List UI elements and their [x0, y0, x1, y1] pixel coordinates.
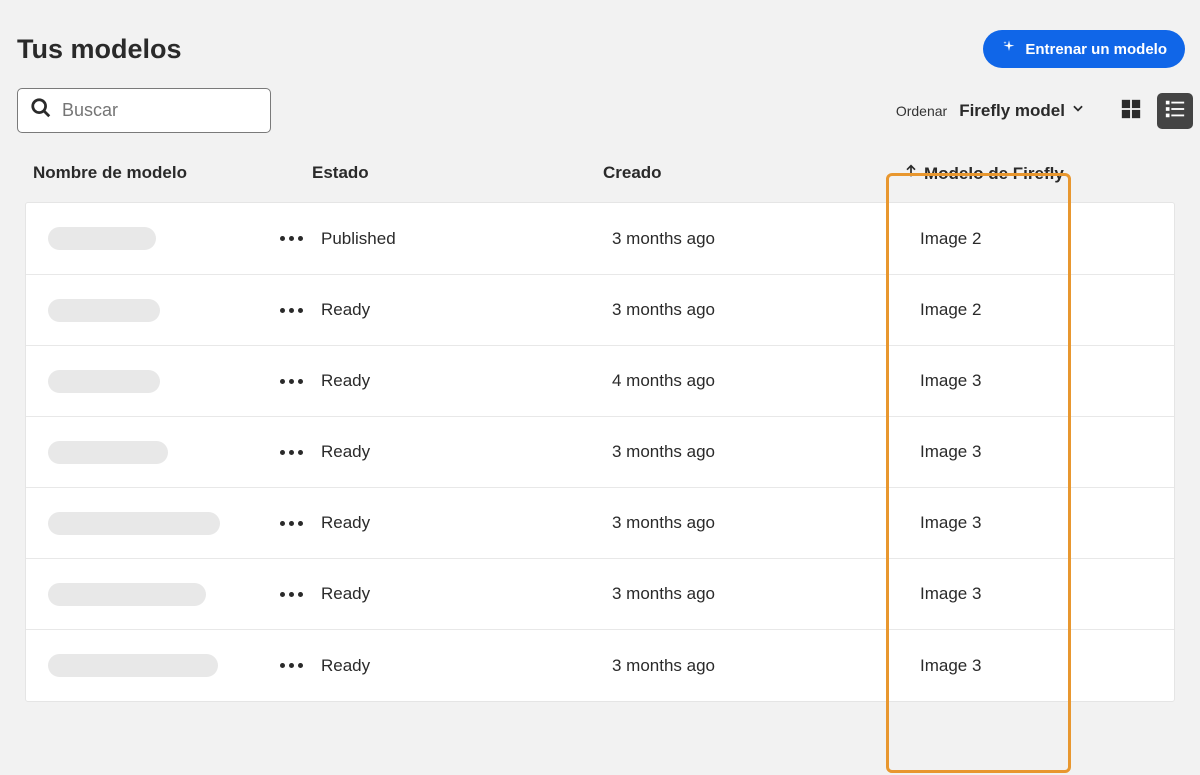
cell-created: 3 months ago	[612, 229, 904, 249]
models-table-body: Published3 months agoImage 2Ready3 month…	[25, 202, 1175, 702]
cell-status: Ready	[321, 300, 612, 320]
column-header-firefly-label: Modelo de Firefly	[924, 164, 1064, 184]
page-title: Tus modelos	[17, 34, 182, 65]
cell-status: Published	[321, 229, 612, 249]
more-actions-button[interactable]	[276, 371, 307, 392]
column-header-created[interactable]: Creado	[603, 163, 895, 184]
table-row[interactable]: Ready3 months agoImage 3	[26, 559, 1174, 630]
cell-firefly: Image 3	[904, 442, 1087, 462]
cell-created: 3 months ago	[612, 656, 904, 676]
column-header-firefly[interactable]: Modelo de Firefly	[895, 163, 1078, 184]
cell-firefly: Image 2	[904, 229, 1087, 249]
column-header-status[interactable]: Estado	[312, 163, 603, 184]
cell-created: 4 months ago	[612, 371, 904, 391]
cell-name	[26, 370, 321, 393]
cell-firefly: Image 3	[904, 513, 1087, 533]
table-row[interactable]: Ready3 months agoImage 3	[26, 630, 1174, 701]
more-actions-button[interactable]	[276, 584, 307, 605]
cell-status: Ready	[321, 513, 612, 533]
model-name-placeholder	[48, 654, 218, 677]
model-name-placeholder	[48, 370, 160, 393]
column-header-name[interactable]: Nombre de modelo	[17, 163, 312, 184]
more-actions-button[interactable]	[276, 228, 307, 249]
cell-status: Ready	[321, 656, 612, 676]
sparkle-icon	[1001, 39, 1017, 59]
train-button-label: Entrenar un modelo	[1025, 41, 1167, 58]
chevron-down-icon	[1071, 101, 1085, 120]
cell-status: Ready	[321, 584, 612, 604]
cell-name	[26, 441, 321, 464]
search-icon	[30, 97, 62, 124]
search-input[interactable]	[62, 100, 294, 121]
sort-value: Firefly model	[959, 101, 1065, 121]
cell-firefly: Image 2	[904, 300, 1087, 320]
train-model-button[interactable]: Entrenar un modelo	[983, 30, 1185, 68]
table-row[interactable]: Published3 months agoImage 2	[26, 203, 1174, 275]
model-name-placeholder	[48, 512, 220, 535]
cell-firefly: Image 3	[904, 656, 1087, 676]
model-name-placeholder	[48, 227, 156, 250]
cell-name	[26, 299, 321, 322]
model-name-placeholder	[48, 299, 160, 322]
cell-status: Ready	[321, 371, 612, 391]
cell-firefly: Image 3	[904, 371, 1087, 391]
cell-created: 3 months ago	[612, 584, 904, 604]
table-row[interactable]: Ready3 months agoImage 2	[26, 275, 1174, 346]
cell-name	[26, 583, 321, 606]
cell-created: 3 months ago	[612, 300, 904, 320]
model-name-placeholder	[48, 441, 168, 464]
search-input-container[interactable]	[17, 88, 271, 133]
grid-icon	[1120, 98, 1142, 123]
sort-ascending-icon	[903, 163, 919, 184]
cell-name	[26, 227, 321, 250]
list-view-button[interactable]	[1157, 93, 1193, 129]
cell-created: 3 months ago	[612, 442, 904, 462]
sort-label: Ordenar	[896, 103, 947, 119]
cell-name	[26, 512, 321, 535]
model-name-placeholder	[48, 583, 206, 606]
table-row[interactable]: Ready3 months agoImage 3	[26, 417, 1174, 488]
more-actions-button[interactable]	[276, 442, 307, 463]
sort-dropdown[interactable]: Firefly model	[959, 101, 1085, 121]
cell-firefly: Image 3	[904, 584, 1087, 604]
table-row[interactable]: Ready3 months agoImage 3	[26, 488, 1174, 559]
cell-name	[26, 654, 321, 677]
table-row[interactable]: Ready4 months agoImage 3	[26, 346, 1174, 417]
more-actions-button[interactable]	[276, 655, 307, 676]
grid-view-button[interactable]	[1113, 93, 1149, 129]
cell-status: Ready	[321, 442, 612, 462]
list-icon	[1164, 98, 1186, 123]
cell-created: 3 months ago	[612, 513, 904, 533]
more-actions-button[interactable]	[276, 300, 307, 321]
more-actions-button[interactable]	[276, 513, 307, 534]
